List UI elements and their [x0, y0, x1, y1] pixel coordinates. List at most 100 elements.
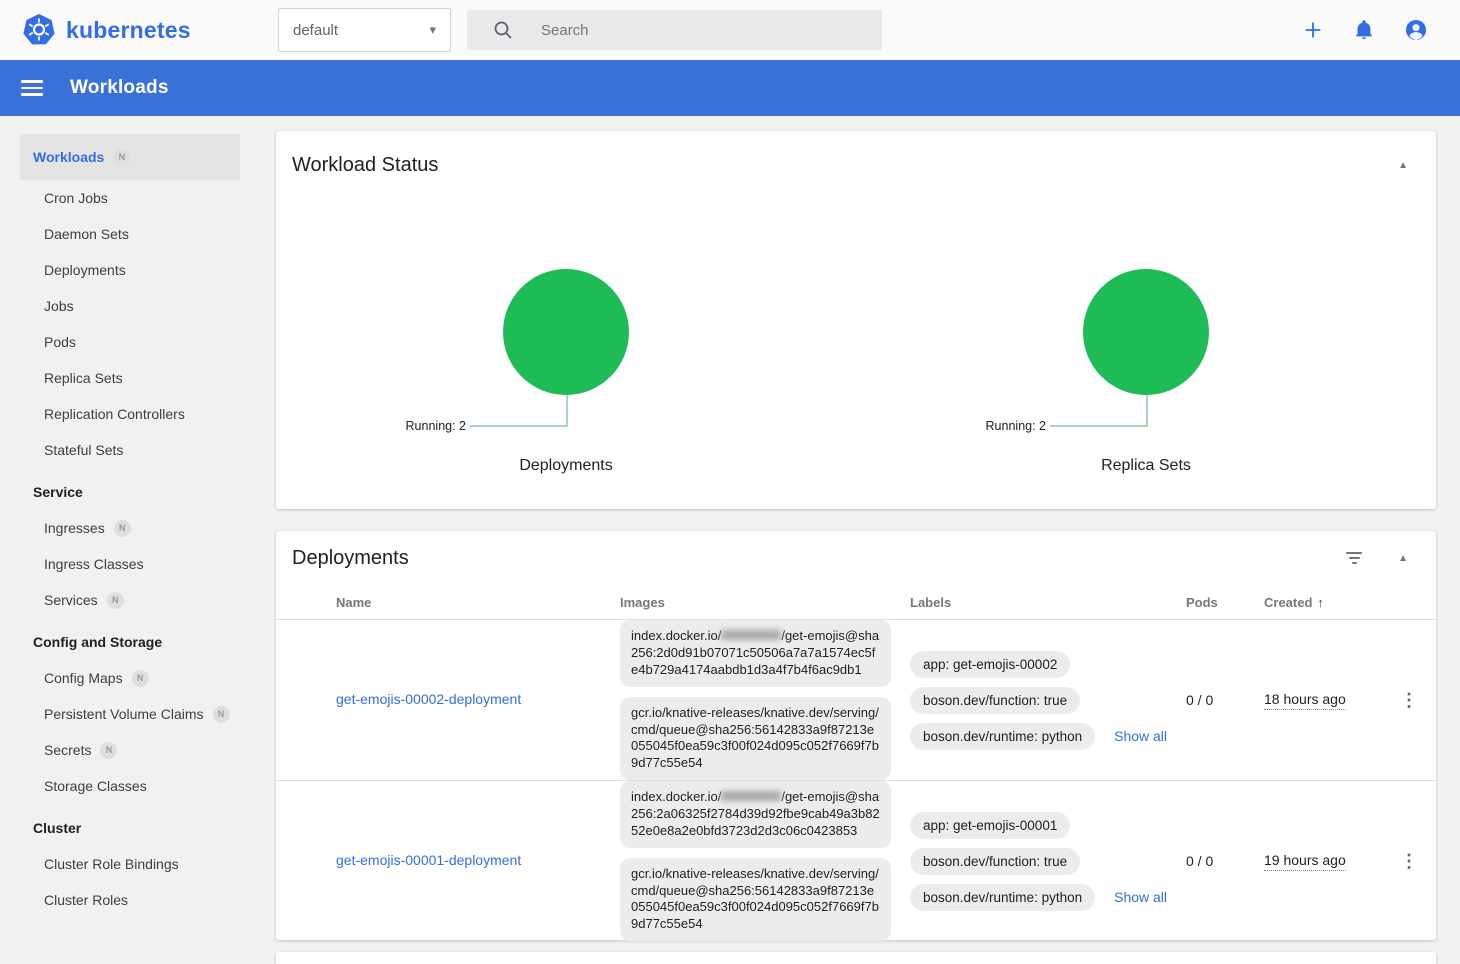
deployment-link[interactable]: get-emojis-00002-deployment: [336, 691, 521, 707]
namespace-selector[interactable]: default ▾: [278, 8, 451, 52]
kebab-menu-icon[interactable]: ⋮: [1394, 850, 1424, 872]
sidebar-label: Storage Classes: [44, 778, 147, 794]
deployment-row: get-emojis-00001-deployment index.docker.…: [276, 780, 1436, 940]
create-resource-button[interactable]: [1302, 19, 1324, 41]
images-cell: index.docker.io//get-emojis@sha256:2a063…: [620, 781, 910, 941]
sidebar-label: Config and Storage: [33, 634, 162, 650]
sidebar-item-ingress-classes[interactable]: Ingress Classes: [20, 546, 240, 582]
menu-button[interactable]: [21, 80, 43, 96]
account-button[interactable]: [1404, 18, 1428, 42]
card-title: Deployments: [292, 547, 409, 570]
sort-ascending-icon: ↑: [1317, 595, 1324, 610]
label-chip: app: get-emojis-00001: [910, 812, 1070, 839]
sidebar-item-deployments[interactable]: Deployments: [20, 252, 240, 288]
created-cell: 19 hours ago: [1264, 852, 1394, 870]
sidebar-label: Workloads: [33, 149, 104, 165]
workload-charts: Running: 2 Deployments Running: 2 Replica S…: [276, 181, 1436, 509]
main-content: Workload Status ▲ Running: 2DeploymentsR…: [256, 116, 1460, 964]
namespace-value: default: [293, 22, 338, 39]
image-chip: gcr.io/knative-releases/knative.dev/serv…: [620, 697, 891, 781]
kebab-menu-icon[interactable]: ⋮: [1394, 689, 1424, 711]
next-card-partial: [276, 952, 1436, 964]
top-header: kubernetes default ▾: [0, 0, 1460, 60]
callout-line-horizontal: [1050, 425, 1146, 427]
label-chip: boson.dev/function: true: [910, 687, 1080, 714]
sidebar-item-cron-jobs[interactable]: Cron Jobs: [20, 180, 240, 216]
label-chip: boson.dev/runtime: python: [910, 723, 1095, 750]
sidebar-section-service: Service: [20, 474, 240, 510]
workload-status-card: Workload Status ▲ Running: 2DeploymentsR…: [276, 131, 1436, 509]
sidebar-item-secrets[interactable]: SecretsN: [20, 732, 240, 768]
relative-time: 19 hours ago: [1264, 852, 1346, 871]
callout-line-horizontal: [470, 425, 566, 427]
status-cell: [292, 852, 320, 870]
sidebar-item-stateful-sets[interactable]: Stateful Sets: [20, 432, 240, 468]
brand-name: kubernetes: [66, 17, 191, 44]
row-menu-cell: ⋮: [1394, 689, 1424, 711]
chart-title: Deployments: [276, 457, 856, 475]
sidebar-label: Cluster: [33, 820, 81, 836]
filter-icon[interactable]: [1346, 552, 1362, 564]
collapse-icon[interactable]: ▲: [1398, 160, 1408, 171]
app-toolbar: Workloads: [0, 60, 1460, 116]
pods-cell: 0 / 0: [1186, 853, 1264, 869]
sidebar-item-replication-controllers[interactable]: Replication Controllers: [20, 396, 240, 432]
image-chip: index.docker.io//get-emojis@sha256:2d0d9…: [620, 620, 891, 687]
new-badge: N: [107, 592, 124, 609]
deployments-card: Deployments ▲ Name Images Labels Pods Cr…: [276, 531, 1436, 940]
search-input[interactable]: [541, 22, 841, 39]
label-chip: app: get-emojis-00002: [910, 651, 1070, 678]
card-title: Workload Status: [292, 154, 438, 177]
show-all-link[interactable]: Show all: [1114, 728, 1167, 744]
sidebar-section-config-and-storage: Config and Storage: [20, 624, 240, 660]
created-cell: 18 hours ago: [1264, 691, 1394, 709]
sidebar-label: Ingress Classes: [44, 556, 144, 572]
new-badge: N: [113, 149, 130, 166]
deployment-link[interactable]: get-emojis-00001-deployment: [336, 852, 521, 868]
kubernetes-logo-icon: [22, 13, 56, 47]
top-actions: [1302, 18, 1460, 42]
sidebar-item-config-maps[interactable]: Config Maps N: [20, 660, 240, 696]
workload-pie-chart-replica-sets: Running: 2 Replica Sets: [856, 181, 1436, 509]
sidebar-label: Replication Controllers: [44, 406, 185, 422]
pie-callout-running: Running: 2: [406, 419, 466, 433]
sidebar-item-cluster-role-bindings[interactable]: Cluster Role Bindings: [20, 846, 240, 882]
collapse-icon[interactable]: ▲: [1398, 553, 1408, 564]
column-header-created[interactable]: Created↑: [1264, 595, 1394, 610]
brand: kubernetes: [0, 13, 278, 47]
sidebar-label: Pods: [44, 334, 76, 350]
pie-slice-running: [1083, 269, 1209, 395]
column-header-name[interactable]: Name: [320, 595, 620, 610]
notifications-button[interactable]: [1353, 19, 1375, 41]
sidebar-item-cluster-roles[interactable]: Cluster Roles: [20, 882, 240, 918]
show-all-link[interactable]: Show all: [1114, 889, 1167, 905]
pods-cell: 0 / 0: [1186, 692, 1264, 708]
new-badge: N: [132, 670, 149, 687]
sidebar-label: Stateful Sets: [44, 442, 123, 458]
chart-title: Replica Sets: [856, 457, 1436, 475]
sidebar-item-replica-sets[interactable]: Replica Sets: [20, 360, 240, 396]
plus-icon: [1302, 19, 1324, 41]
sidebar-label: Config Maps: [44, 670, 123, 686]
sidebar-label: Secrets: [44, 742, 91, 758]
sidebar-item-jobs[interactable]: Jobs: [20, 288, 240, 324]
labels-cell: app: get-emojis-00002 boson.dev/function:…: [910, 651, 1186, 750]
column-header-images[interactable]: Images: [620, 595, 910, 610]
sidebar-item-services[interactable]: ServicesN: [20, 582, 240, 618]
pie-callout-running: Running: 2: [986, 419, 1046, 433]
sidebar-item-storage-classes[interactable]: Storage Classes: [20, 768, 240, 804]
callout-line-vertical: [1146, 395, 1148, 427]
sidebar-section-cluster: Cluster: [20, 810, 240, 846]
sidebar-label: Jobs: [44, 298, 74, 314]
pie-slice-running: [503, 269, 629, 395]
column-header-pods[interactable]: Pods: [1186, 595, 1264, 610]
sidebar-item-pods[interactable]: Pods: [20, 324, 240, 360]
column-header-labels[interactable]: Labels: [910, 595, 1186, 610]
sidebar-item-ingresses[interactable]: IngressesN: [20, 510, 240, 546]
sidebar-label: Deployments: [44, 262, 126, 278]
sidebar-label: Cluster Role Bindings: [44, 856, 179, 872]
sidebar-item-persistent-volume-claims[interactable]: Persistent Volume ClaimsN: [20, 696, 240, 732]
sidebar-item-workloads[interactable]: Workloads N: [20, 134, 240, 180]
redacted-registry-user: [721, 791, 781, 801]
sidebar-item-daemon-sets[interactable]: Daemon Sets: [20, 216, 240, 252]
